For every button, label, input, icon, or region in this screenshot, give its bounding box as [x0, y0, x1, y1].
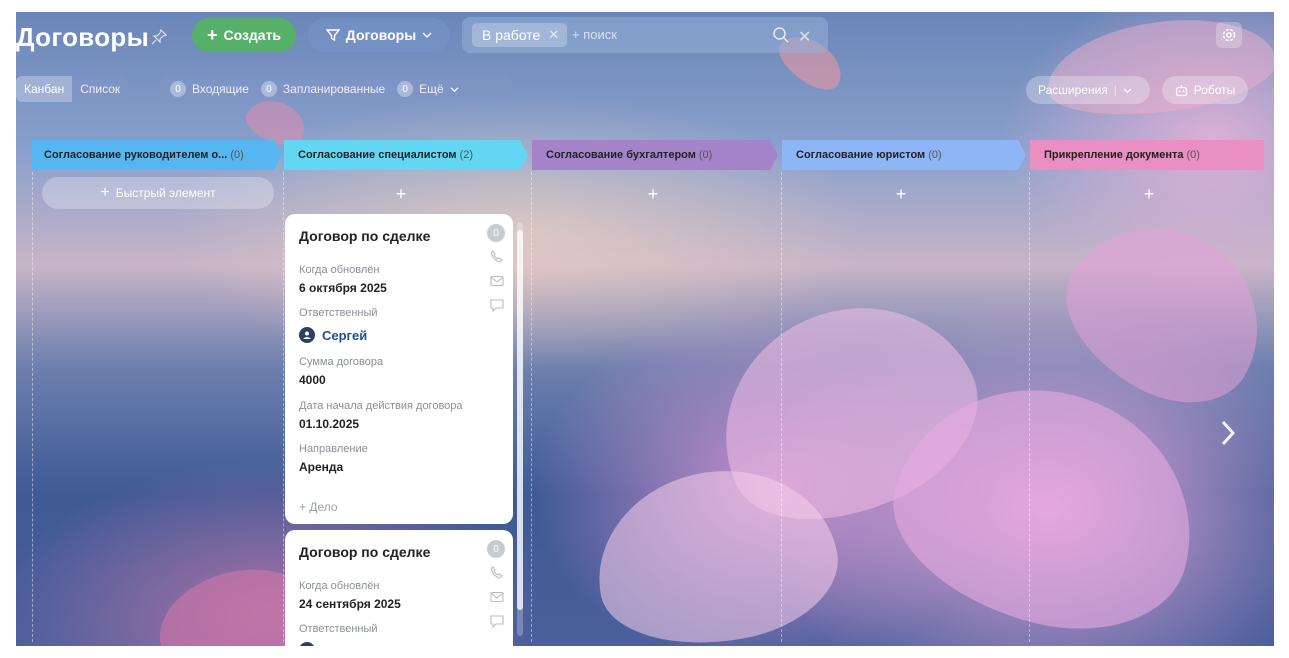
column-divider [32, 172, 33, 642]
column-divider [1029, 172, 1030, 642]
field-label: Ответственный [299, 623, 378, 635]
field-label: Сумма договора [299, 356, 384, 368]
scrollbar-thumb[interactable] [517, 230, 523, 610]
field-value: 01.10.2025 [299, 417, 360, 431]
column-count: (0) [1186, 149, 1200, 161]
column-title: Согласование бухгалтером [546, 149, 696, 161]
field-label: Когда обновлён [299, 264, 380, 276]
activity-count-badge: 0 [487, 224, 505, 242]
column-count: (2) [459, 149, 474, 161]
add-item-button[interactable]: + [393, 185, 409, 203]
quick-add-button[interactable]: + Быстрый элемент [42, 177, 274, 209]
column-count: (0) [230, 149, 244, 161]
comment-icon[interactable] [489, 298, 505, 312]
mail-icon[interactable] [489, 590, 505, 604]
field-value: Аренда [299, 460, 344, 474]
field-label: Направление [299, 443, 368, 455]
field-label: Ответственный [299, 307, 378, 319]
responsible-name: Сергей [322, 327, 368, 343]
add-item-button[interactable]: + [1141, 185, 1157, 203]
phone-icon[interactable] [489, 566, 505, 580]
field-value: 4000 [299, 373, 326, 387]
column-count: (0) [928, 149, 942, 161]
column-title: Согласование юристом [796, 149, 926, 161]
phone-icon[interactable] [489, 250, 505, 264]
column-divider [283, 172, 284, 642]
field-value: 6 октября 2025 [299, 281, 387, 295]
frame-bottom-edge [0, 646, 1289, 658]
field-value: 24 сентября 2025 [299, 597, 401, 611]
plus-icon: + [100, 184, 110, 201]
column-header-shapes [32, 140, 1264, 170]
column-title: Согласование руководителем о... [44, 149, 228, 161]
quick-add-label: Быстрый элемент [115, 186, 216, 200]
kanban-card[interactable]: Договор по сделке 0 Когда обновлён 24 се… [285, 530, 513, 658]
comment-icon[interactable] [489, 614, 505, 628]
column-header-3[interactable]: Согласование бухгалтером (0) [538, 140, 770, 170]
field-label: Дата начала действия договора [299, 400, 463, 412]
field-label: Когда обновлён [299, 580, 380, 592]
add-item-button[interactable]: + [645, 185, 661, 203]
chevron-right-icon[interactable] [1218, 418, 1238, 448]
column-header-4[interactable]: Согласование юристом (0) [788, 140, 1018, 170]
responsible-user[interactable]: Сергей [299, 327, 367, 343]
column-divider [781, 172, 782, 642]
kanban-card[interactable]: Договор по сделке 0 Когда обновлён 6 окт… [285, 214, 513, 524]
column-title: Согласование специалистом [298, 149, 457, 161]
card-title[interactable]: Договор по сделке [299, 544, 430, 560]
user-icon [303, 331, 311, 339]
column-header-5[interactable]: Прикрепление документа (0) [1036, 140, 1262, 170]
add-item-button[interactable]: + [893, 185, 909, 203]
column-title: Прикрепление документа [1044, 149, 1184, 161]
add-activity-link[interactable]: + Дело [299, 500, 338, 514]
column-divider [531, 172, 532, 642]
activity-count-badge: 0 [487, 540, 505, 558]
column-header-2[interactable]: Согласование специалистом (2) [290, 140, 520, 170]
column-header-1[interactable]: Согласование руководителем о... (0) [36, 140, 272, 170]
column-scrollbar[interactable] [517, 222, 523, 636]
column-count: (0) [698, 149, 713, 161]
card-title[interactable]: Договор по сделке [299, 228, 430, 244]
avatar [299, 327, 315, 343]
mail-icon[interactable] [489, 274, 505, 288]
